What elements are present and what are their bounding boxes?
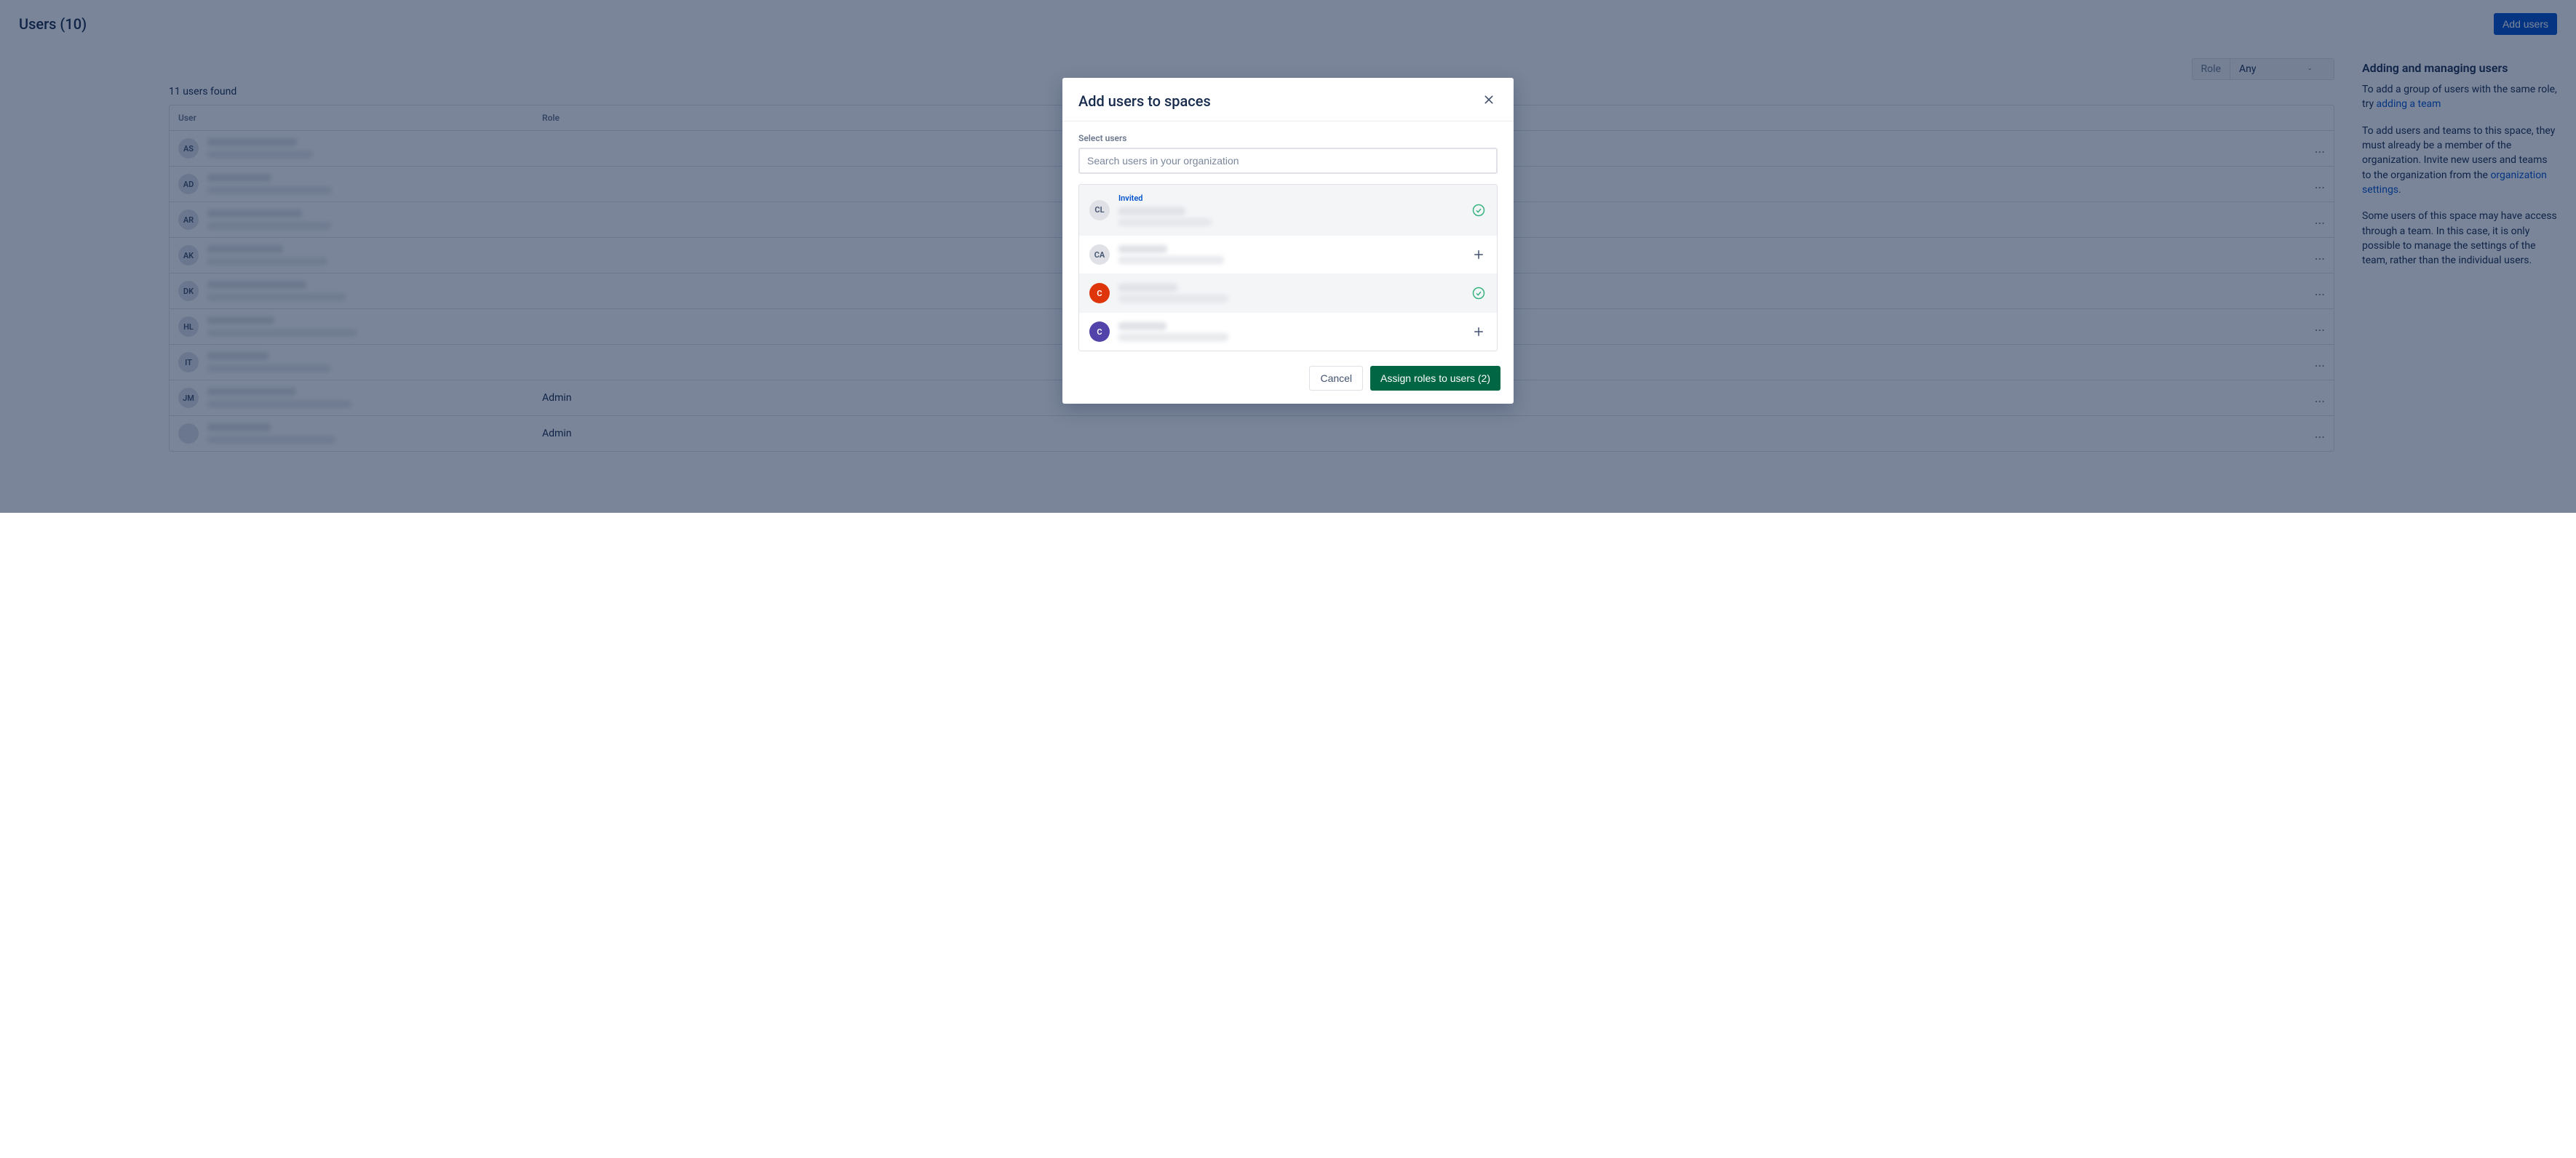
close-icon bbox=[1483, 94, 1495, 105]
redacted-email bbox=[1118, 256, 1224, 264]
assign-roles-button[interactable]: Assign roles to users (2) bbox=[1370, 366, 1500, 391]
redacted-name bbox=[1118, 322, 1166, 330]
invited-badge: Invited bbox=[1118, 193, 1462, 203]
avatar: C bbox=[1089, 283, 1110, 303]
dialog-title: Add users to spaces bbox=[1078, 92, 1211, 110]
selected-check-icon bbox=[1471, 202, 1487, 218]
cancel-button[interactable]: Cancel bbox=[1309, 366, 1363, 391]
modal-overlay: Add users to spaces Select users CL Invi… bbox=[0, 0, 2576, 513]
add-users-dialog: Add users to spaces Select users CL Invi… bbox=[1062, 78, 1514, 404]
search-input[interactable] bbox=[1078, 148, 1498, 174]
user-picker-item[interactable]: CA bbox=[1079, 236, 1497, 274]
user-picker-item[interactable]: C bbox=[1079, 313, 1497, 351]
user-picker-list: CL Invited CA C C bbox=[1078, 184, 1498, 351]
redacted-name bbox=[1118, 245, 1167, 253]
select-users-label: Select users bbox=[1078, 133, 1498, 143]
redacted-email bbox=[1118, 218, 1212, 226]
redacted-email bbox=[1118, 295, 1228, 303]
redacted-name bbox=[1118, 284, 1177, 292]
avatar: CL bbox=[1089, 200, 1110, 220]
add-plus-icon bbox=[1471, 324, 1487, 340]
add-plus-icon bbox=[1471, 247, 1487, 263]
avatar: CA bbox=[1089, 244, 1110, 265]
redacted-email bbox=[1118, 333, 1228, 341]
selected-check-icon bbox=[1471, 285, 1487, 301]
user-picker-item[interactable]: CL Invited bbox=[1079, 185, 1497, 236]
user-picker-item[interactable]: C bbox=[1079, 274, 1497, 313]
avatar: C bbox=[1089, 322, 1110, 342]
close-button[interactable] bbox=[1480, 91, 1498, 111]
redacted-name bbox=[1118, 207, 1185, 215]
